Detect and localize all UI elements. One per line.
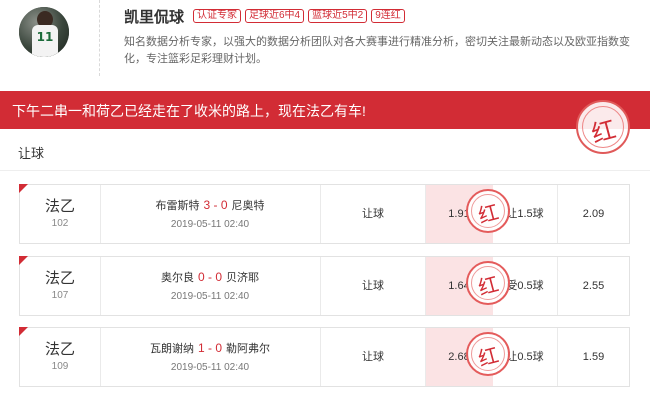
league-name: 法乙 xyxy=(44,341,75,358)
stamp-char: 红 xyxy=(475,271,502,301)
odds-away: 2.55 xyxy=(582,280,605,292)
match-card[interactable]: 法乙 109 瓦朗谢纳 1 - 0 勒阿弗尔 2019-05-11 02:40 让球… xyxy=(19,327,630,387)
tag-basketball-record: 篮球近5中2 xyxy=(308,9,368,23)
match-score: 1 - 0 xyxy=(197,341,222,355)
red-stamp-icon: 红 xyxy=(576,100,630,154)
odds-row: 让球 2.68 让0.5球 1.59 红 xyxy=(321,328,630,386)
expert-avatar[interactable]: 11 xyxy=(19,7,69,57)
match-teams: 瓦朗谢纳 1 - 0 勒阿弗尔 xyxy=(100,340,320,356)
red-stamp-icon: 红 xyxy=(466,261,510,305)
bet-type: 让球 xyxy=(362,208,384,220)
match-card[interactable]: 法乙 107 奥尔良 0 - 0 贝济耶 2019-05-11 02:40 让球 1… xyxy=(19,256,630,316)
match-score: 0 - 0 xyxy=(197,270,222,284)
corner-marker xyxy=(19,184,28,193)
away-team: 贝济耶 xyxy=(226,272,259,284)
headline-banner: 下午二串一和荷乙已经走在了收米的路上，现在法乙有车! xyxy=(0,91,650,129)
corner-marker xyxy=(19,256,28,265)
match-number: 109 xyxy=(51,361,69,372)
stamp-char: 红 xyxy=(475,199,502,229)
match-time: 2019-05-11 02:40 xyxy=(170,291,250,302)
red-stamp-icon: 红 xyxy=(466,332,510,376)
match-time: 2019-05-11 02:40 xyxy=(170,362,250,373)
header-divider xyxy=(99,0,100,76)
match-teams: 奥尔良 0 - 0 贝济耶 xyxy=(100,269,320,285)
match-score: 3 - 0 xyxy=(203,198,228,212)
league-name: 法乙 xyxy=(44,198,75,215)
home-team: 奥尔良 xyxy=(160,272,194,284)
away-team: 勒阿弗尔 xyxy=(226,343,270,355)
tag-football-record: 足球近6中4 xyxy=(245,9,305,23)
odds-away: 1.59 xyxy=(582,351,605,363)
match-teams: 布雷斯特 3 - 0 尼奥特 xyxy=(100,197,320,213)
avatar-jersey: 11 xyxy=(32,25,58,57)
cell-divider xyxy=(425,257,426,315)
banner-text: 下午二串一和荷乙已经走在了收米的路上，现在法乙有车! xyxy=(12,103,366,119)
bet-type: 让球 xyxy=(362,351,384,363)
expert-tags: 认证专家 足球近6中4 篮球近5中2 9连红 xyxy=(193,9,405,23)
cell-divider xyxy=(557,328,558,386)
column-divider xyxy=(100,328,101,386)
tag-win-streak: 9连红 xyxy=(371,9,405,23)
stamp-char: 红 xyxy=(588,115,619,149)
match-number: 102 xyxy=(51,218,69,229)
section-title: 让球 xyxy=(18,146,45,161)
cell-divider xyxy=(425,328,426,386)
column-divider xyxy=(100,185,101,243)
section-divider xyxy=(0,170,650,171)
match-card[interactable]: 法乙 102 布雷斯特 3 - 0 尼奥特 2019-05-11 02:40 让球 … xyxy=(19,184,630,244)
stamp-char: 红 xyxy=(475,342,502,372)
column-divider xyxy=(100,257,101,315)
home-team: 布雷斯特 xyxy=(155,200,200,212)
odds-row: 让球 1.91 让1.5球 2.09 红 xyxy=(321,185,630,243)
cell-divider xyxy=(425,185,426,243)
match-number: 107 xyxy=(51,290,69,301)
bet-type: 让球 xyxy=(362,280,384,292)
expert-name: 凯里侃球 xyxy=(124,9,185,26)
league-name: 法乙 xyxy=(44,270,75,287)
odds-away: 2.09 xyxy=(582,208,605,220)
away-team: 尼奥特 xyxy=(231,200,265,212)
cell-divider xyxy=(557,185,558,243)
corner-marker xyxy=(19,327,28,336)
cell-divider xyxy=(557,257,558,315)
home-team: 瓦朗谢纳 xyxy=(149,343,194,355)
tag-certified: 认证专家 xyxy=(193,9,241,23)
red-stamp-icon: 红 xyxy=(466,189,510,233)
expert-description: 知名数据分析专家，以强大的数据分析团队对各大赛事进行精准分析，密切关注最新动态以… xyxy=(124,36,630,65)
odds-row: 让球 1.64 受0.5球 2.55 红 xyxy=(321,257,630,315)
match-time: 2019-05-11 02:40 xyxy=(170,219,250,230)
jersey-number: 11 xyxy=(36,30,54,44)
